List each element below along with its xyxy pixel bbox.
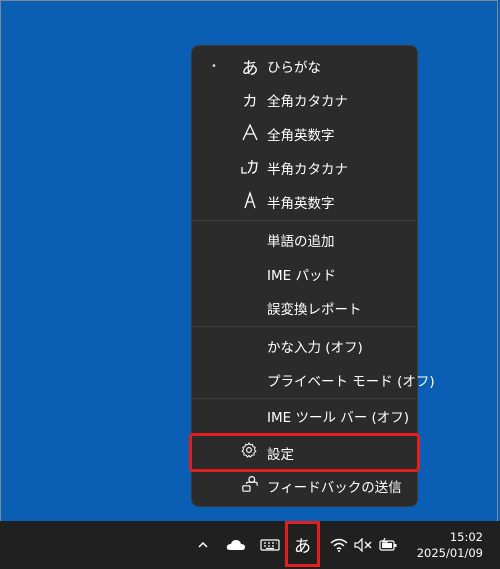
halfwidth-katakana-icon [240, 157, 260, 180]
menu-item-kana-input[interactable]: かな入力 (オフ) [192, 329, 417, 363]
menu-item-label: 半角カタカナ [267, 162, 348, 178]
menu-item-label: IME パッド [267, 268, 336, 284]
menu-item-label: ひらがな [267, 60, 321, 76]
menu-item-settings[interactable]: 設定 [189, 433, 420, 472]
clock-time: 15:02 [449, 530, 483, 544]
selected-bullet: • [211, 60, 217, 72]
menu-separator [192, 433, 417, 434]
menu-item-private-mode[interactable]: プライベート モード (オフ) [192, 363, 435, 397]
menu-item-label: 全角カタカナ [267, 94, 348, 110]
taskbar-clock[interactable]: 15:02 2025/01/09 [417, 529, 483, 561]
menu-item-label: プライベート モード (オフ) [267, 374, 435, 390]
menu-item-label: かな入力 (オフ) [267, 340, 363, 356]
menu-item-halfwidth-katakana[interactable]: 半角カタカナ [192, 151, 417, 185]
menu-item-label: IME ツール バー (オフ) [267, 410, 410, 426]
fullwidth-alphanumeric-icon [240, 122, 260, 146]
ime-mode-indicator[interactable]: あ [285, 521, 320, 567]
menu-item-ime-pad[interactable]: IME パッド [192, 257, 417, 291]
touch-keyboard-icon[interactable] [257, 521, 283, 569]
menu-item-send-feedback[interactable]: フィードバックの送信 [192, 469, 417, 503]
show-hidden-icons-chevron-icon[interactable] [193, 521, 213, 569]
hiragana-icon: あ [241, 58, 259, 79]
volume-muted-icon[interactable] [352, 521, 374, 569]
menu-item-label: 設定 [267, 446, 294, 463]
battery-charging-icon[interactable] [376, 521, 400, 569]
menu-item-label: 単語の追加 [267, 234, 335, 250]
ime-context-menu: • あ ひらがな カ 全角カタカナ 全角英数字 半角カタカナ 半角英数字 単語の… [189, 45, 435, 507]
menu-item-add-word[interactable]: 単語の追加 [192, 223, 417, 257]
menu-item-label: 誤変換レポート [267, 302, 362, 318]
taskbar: あ 15:02 2025/01/09 [0, 521, 500, 569]
menu-item-hiragana[interactable]: • あ ひらがな [192, 49, 417, 83]
menu-item-fullwidth-alphanumeric[interactable]: 全角英数字 [192, 117, 417, 151]
menu-item-fullwidth-katakana[interactable]: カ 全角カタカナ [192, 83, 417, 117]
wifi-icon[interactable] [328, 521, 350, 569]
fullwidth-katakana-icon: カ [242, 91, 258, 110]
clock-date: 2025/01/09 [416, 546, 483, 560]
feedback-icon [240, 475, 260, 498]
menu-item-label: フィードバックの送信 [267, 480, 402, 496]
menu-item-halfwidth-alphanumeric[interactable]: 半角英数字 [192, 185, 417, 219]
halfwidth-alphanumeric-icon [240, 190, 260, 214]
menu-item-misconversion-report[interactable]: 誤変換レポート [192, 291, 417, 325]
menu-separator [192, 326, 417, 327]
menu-item-ime-toolbar[interactable]: IME ツール バー (オフ) [192, 399, 417, 433]
onedrive-cloud-icon[interactable] [224, 521, 248, 569]
menu-item-label: 半角英数字 [267, 196, 335, 212]
menu-item-label: 全角英数字 [267, 128, 335, 144]
menu-separator [192, 220, 417, 221]
gear-icon [239, 441, 259, 464]
